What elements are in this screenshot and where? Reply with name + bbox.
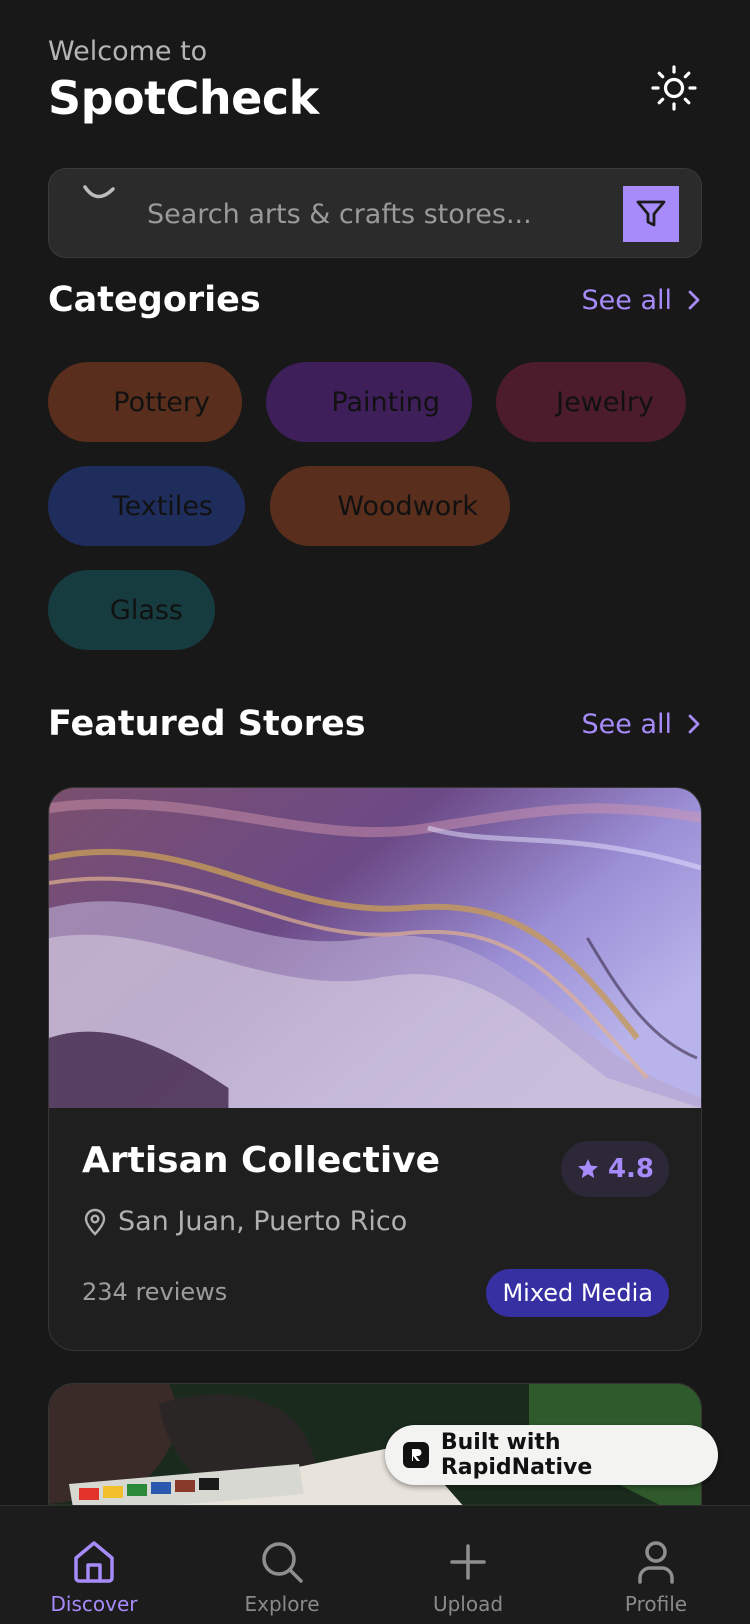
store-location: San Juan, Puerto Rico <box>82 1206 407 1237</box>
chip-label: Pottery <box>113 386 210 418</box>
category-chip-woodwork[interactable]: Woodwork <box>270 466 510 546</box>
map-pin-icon <box>84 1208 106 1236</box>
tab-label: Upload <box>432 1592 504 1616</box>
app-title: SpotCheck <box>48 71 319 125</box>
tab-label: Profile <box>624 1592 688 1616</box>
store-card[interactable]: Artisan Collective 4.8 San Juan, Puerto … <box>48 787 702 1351</box>
chip-label: Woodwork <box>337 490 478 522</box>
location-text: San Juan, Puerto Rico <box>118 1206 408 1237</box>
built-with-label: Built with RapidNative <box>440 1430 593 1480</box>
store-category-tag: Mixed Media <box>486 1269 669 1317</box>
star-icon <box>577 1159 598 1178</box>
category-chip-textiles[interactable]: Textiles <box>48 466 245 546</box>
chip-label: Textiles <box>112 490 213 522</box>
user-icon <box>638 1541 674 1584</box>
categories-header: Categories See all <box>48 280 702 320</box>
header: Welcome to SpotCheck <box>48 34 702 126</box>
categories-title: Categories <box>48 280 261 320</box>
chip-label: Jewelry <box>556 386 654 418</box>
store-image <box>49 788 701 1108</box>
featured-header: Featured Stores See all <box>48 704 702 744</box>
search-icon <box>79 183 119 213</box>
category-chip-painting[interactable]: Painting <box>266 362 472 442</box>
plus-icon <box>450 1544 486 1580</box>
tab-profile[interactable]: Profile <box>596 1506 716 1624</box>
search-input[interactable] <box>147 191 547 237</box>
categories-see-all-link[interactable]: See all <box>582 285 703 316</box>
rating-value: 4.8 <box>607 1154 655 1184</box>
sun-icon <box>651 65 697 111</box>
chevron-right-icon <box>688 714 700 734</box>
category-chip-pottery[interactable]: Pottery <box>48 362 242 442</box>
filter-icon <box>636 200 666 227</box>
home-icon <box>74 1541 114 1583</box>
rapidnative-logo-icon <box>403 1442 429 1468</box>
chip-label: Painting <box>331 386 440 418</box>
see-all-label: See all <box>581 708 673 740</box>
tab-discover[interactable]: Discover <box>34 1506 154 1624</box>
review-count: 234 reviews <box>82 1278 228 1306</box>
category-chip-jewelry[interactable]: Jewelry <box>496 362 686 442</box>
filter-button[interactable] <box>623 186 679 242</box>
search-bar <box>48 168 702 258</box>
chevron-right-icon <box>688 290 700 310</box>
see-all-label: See all <box>581 284 673 316</box>
tab-label: Discover <box>50 1592 138 1616</box>
featured-see-all-link[interactable]: See all <box>582 709 703 740</box>
search-icon <box>262 1542 303 1583</box>
tab-label: Explore <box>244 1592 320 1616</box>
tab-upload[interactable]: Upload <box>408 1506 528 1624</box>
store-name: Artisan Collective <box>82 1140 441 1181</box>
category-chip-glass[interactable]: Glass <box>48 570 215 650</box>
bottom-tab-bar: Discover Explore Upload Profile <box>0 1505 750 1624</box>
featured-title: Featured Stores <box>48 704 366 744</box>
built-with-badge[interactable]: Built with RapidNative <box>385 1425 718 1485</box>
rating-badge: 4.8 <box>561 1141 669 1197</box>
welcome-text: Welcome to <box>48 36 208 67</box>
theme-toggle-button[interactable] <box>646 60 702 116</box>
chip-label: Glass <box>109 594 183 626</box>
tab-explore[interactable]: Explore <box>222 1506 342 1624</box>
